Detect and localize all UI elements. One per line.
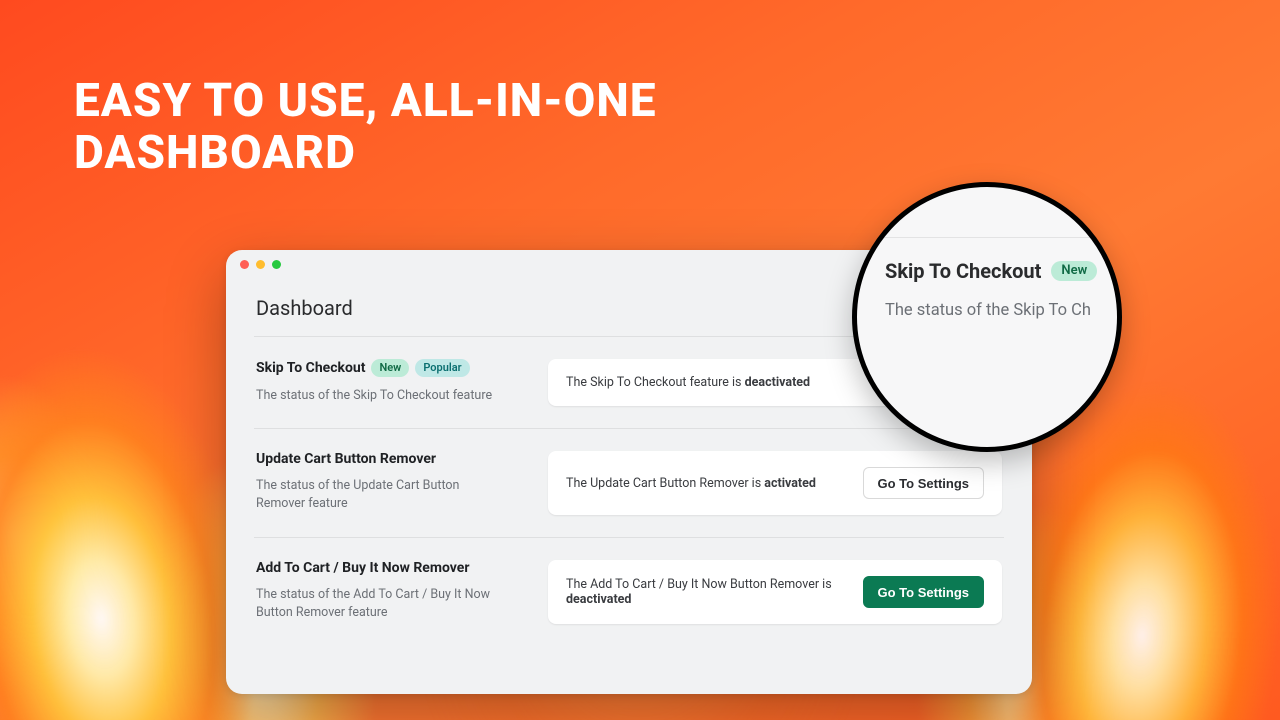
promo-headline: EASY TO USE, ALL-IN-ONE DASHBOARD — [74, 76, 950, 179]
feature-title-text: Add To Cart / Buy It Now Remover — [256, 560, 469, 576]
badge-new: New — [371, 359, 409, 377]
go-to-settings-button[interactable]: Go To Settings — [863, 467, 984, 499]
feature-title-text: Update Cart Button Remover — [256, 451, 436, 467]
feature-subtitle: The status of the Skip To Checkout featu… — [256, 387, 506, 405]
feature-subtitle: The status of the Update Cart Button Rem… — [256, 477, 506, 513]
feature-info: Skip To Checkout New Popular The status … — [256, 359, 526, 405]
feature-subtitle: The status of the Add To Cart / Buy It N… — [256, 586, 506, 622]
window-maximize-icon[interactable] — [272, 260, 281, 269]
feature-row-add-to-cart-remover: Add To Cart / Buy It Now Remover The sta… — [254, 537, 1004, 646]
badge-new: New — [1051, 261, 1097, 281]
feature-title: Skip To Checkout New Popular — [256, 359, 526, 377]
feature-info: Add To Cart / Buy It Now Remover The sta… — [256, 560, 526, 622]
window-minimize-icon[interactable] — [256, 260, 265, 269]
feature-status-card: The Update Cart Button Remover is activa… — [548, 451, 1002, 515]
zoom-title-fragment: d — [1081, 193, 1093, 218]
feature-info: Update Cart Button Remover The status of… — [256, 451, 526, 513]
zoom-feature-title-text: Skip To Checkout — [885, 259, 1041, 283]
status-prefix: The Skip To Checkout feature is — [566, 375, 745, 390]
feature-status-card: The Add To Cart / Buy It Now Button Remo… — [548, 560, 1002, 624]
zoom-lens: d Skip To Checkout New The status of the… — [852, 182, 1122, 452]
feature-status-text: The Skip To Checkout feature is deactiva… — [566, 375, 810, 390]
status-prefix: The Add To Cart / Buy It Now Button Remo… — [566, 577, 832, 592]
feature-status-text: The Add To Cart / Buy It Now Button Remo… — [566, 577, 847, 607]
status-word: activated — [764, 476, 816, 491]
feature-title-text: Skip To Checkout — [256, 360, 365, 376]
zoom-feature-subtitle: The status of the Skip To Ch — [885, 301, 1117, 320]
status-word: deactivated — [745, 375, 810, 390]
status-word: deactivated — [566, 592, 631, 607]
promo-stage: EASY TO USE, ALL-IN-ONE DASHBOARD Dashbo… — [0, 0, 1280, 720]
window-close-icon[interactable] — [240, 260, 249, 269]
feature-title: Update Cart Button Remover — [256, 451, 526, 467]
feature-title: Add To Cart / Buy It Now Remover — [256, 560, 526, 576]
badge-popular: Popular — [415, 359, 469, 377]
feature-status-text: The Update Cart Button Remover is activa… — [566, 476, 816, 491]
status-prefix: The Update Cart Button Remover is — [566, 476, 764, 491]
go-to-settings-button[interactable]: Go To Settings — [863, 576, 984, 608]
zoom-divider — [857, 237, 1117, 238]
zoom-lens-content: d Skip To Checkout New The status of the… — [857, 187, 1117, 447]
zoom-feature-title: Skip To Checkout New — [885, 259, 1117, 283]
